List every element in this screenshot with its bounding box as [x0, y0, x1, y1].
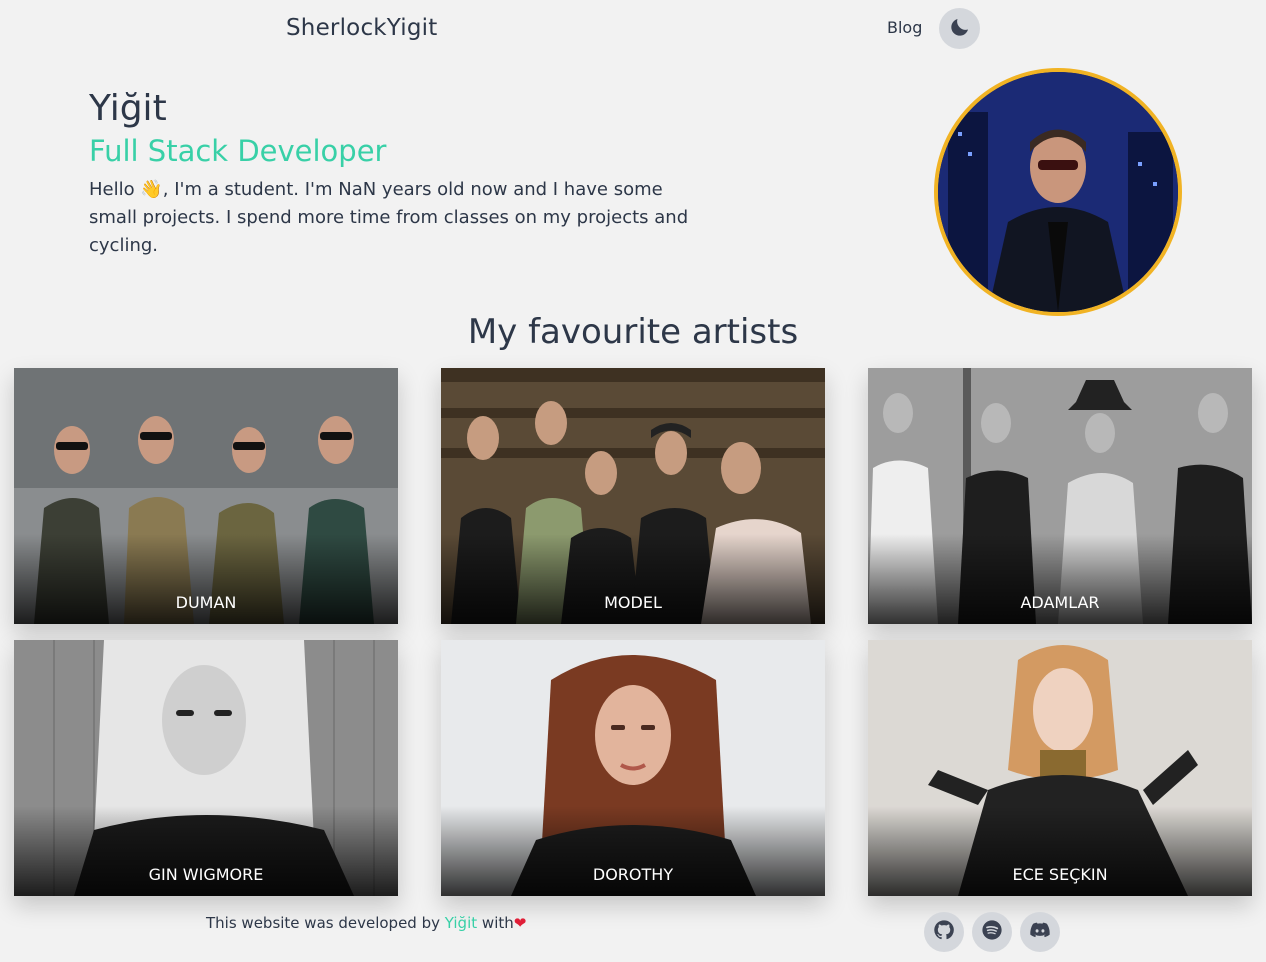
artist-card-gin-wigmore[interactable]: GIN WIGMORE — [14, 640, 398, 896]
discord-icon — [1029, 919, 1051, 945]
moon-icon — [948, 15, 972, 42]
intro-section: Yiğit Full Stack Developer Hello 👋, I'm … — [89, 88, 729, 260]
artist-card-adamlar[interactable]: ADAMLAR — [868, 368, 1252, 624]
artist-card-dorothy[interactable]: DOROTHY — [441, 640, 825, 896]
artist-name: ECE SEÇKIN — [1012, 865, 1108, 884]
github-icon — [933, 919, 955, 945]
footer-credit: This website was developed by Yiğit with… — [206, 914, 526, 932]
artist-card-ece-seckin[interactable]: ECE SEÇKIN — [868, 640, 1252, 896]
discord-link[interactable] — [1020, 912, 1060, 952]
nav-blog-link[interactable]: Blog — [887, 18, 922, 37]
heart-icon: ❤ — [513, 914, 527, 932]
intro-bio: Hello 👋, I'm a student. I'm NaN years ol… — [89, 179, 689, 256]
artist-name: DOROTHY — [592, 865, 674, 884]
brand-logo[interactable]: SherlockYigit — [286, 15, 437, 41]
avatar — [934, 68, 1182, 316]
spotify-link[interactable] — [972, 912, 1012, 952]
page: SherlockYigit Blog Yiğit Full Stack Deve… — [0, 0, 1266, 962]
spotify-icon — [981, 919, 1003, 945]
footer-credit-prefix: This website was developed by — [206, 914, 440, 932]
theme-toggle-button[interactable] — [939, 8, 980, 49]
artists-section-title: My favourite artists — [467, 312, 799, 352]
footer-author-link[interactable]: Yiğit — [445, 914, 477, 932]
artist-name: ADAMLAR — [1020, 593, 1100, 612]
intro-name: Yiğit — [89, 88, 167, 129]
github-link[interactable] — [924, 912, 964, 952]
artist-card-duman[interactable]: DUMAN — [14, 368, 398, 624]
artist-name: MODEL — [604, 593, 662, 612]
intro-role: Full Stack Developer — [89, 134, 387, 168]
artist-card-model[interactable]: MODEL — [441, 368, 825, 624]
artist-name: DUMAN — [175, 593, 237, 612]
footer-credit-suffix: with — [481, 914, 514, 932]
artist-name: GIN WIGMORE — [148, 865, 264, 884]
